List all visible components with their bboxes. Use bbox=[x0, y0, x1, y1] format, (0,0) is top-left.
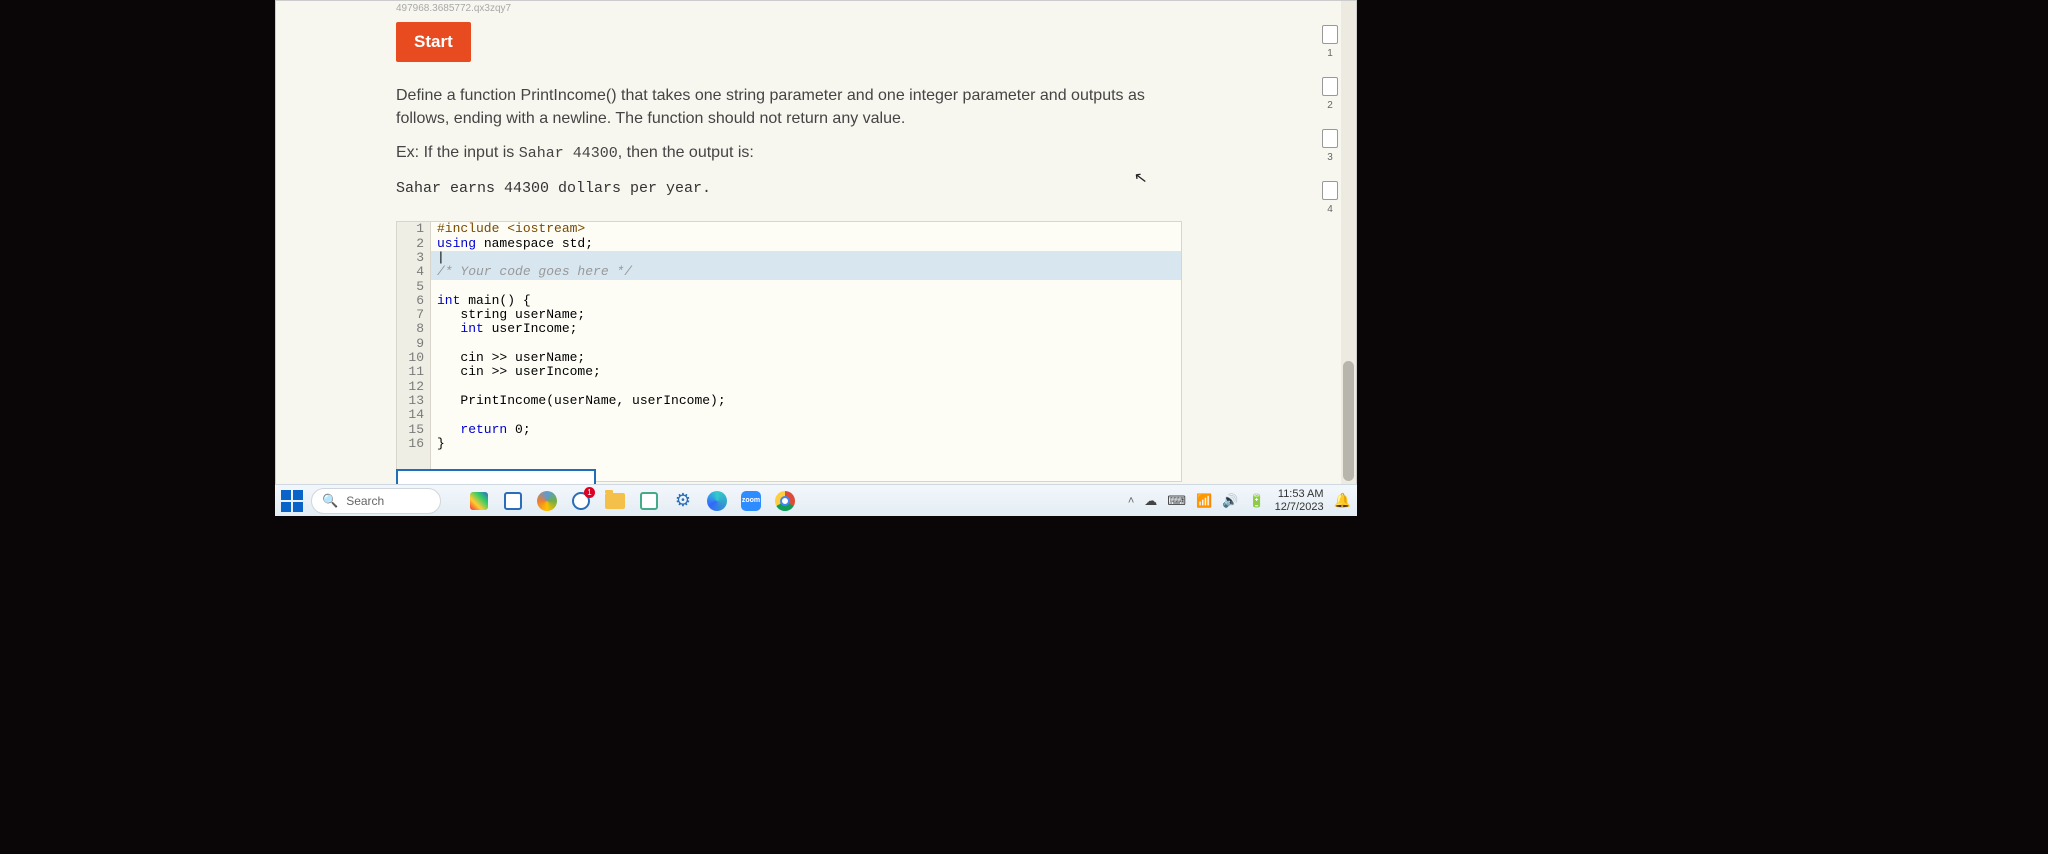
line-number: 4 bbox=[397, 265, 431, 279]
line-number: 12 bbox=[397, 380, 431, 394]
vertical-scrollbar[interactable]: ▾ bbox=[1341, 1, 1356, 515]
question-id-hash: 497968.3685772.qx3zqy7 bbox=[276, 1, 1356, 16]
tray-overflow-icon[interactable]: ˄ bbox=[1128, 495, 1134, 507]
step-label: 2 bbox=[1327, 100, 1333, 111]
code-line: } bbox=[431, 437, 445, 451]
problem-description: Define a function PrintIncome() that tak… bbox=[396, 84, 1186, 130]
code-text: 0; bbox=[507, 422, 530, 437]
step-label: 4 bbox=[1327, 204, 1333, 215]
volume-icon[interactable]: 🔊 bbox=[1222, 493, 1238, 509]
line-number: 13 bbox=[397, 394, 431, 408]
line-number: 6 bbox=[397, 294, 431, 308]
step-label: 1 bbox=[1327, 48, 1333, 59]
file-explorer-icon[interactable] bbox=[605, 491, 625, 511]
scroll-thumb[interactable] bbox=[1343, 361, 1354, 481]
search-icon: 🔍 bbox=[322, 493, 338, 509]
line-number: 3 bbox=[397, 251, 431, 265]
battery-icon[interactable]: 🔋 bbox=[1248, 493, 1264, 509]
cursor-line[interactable]: | bbox=[431, 251, 445, 265]
chat-icon[interactable]: 1 bbox=[571, 491, 591, 511]
code-text: main() { bbox=[460, 293, 530, 308]
line-number: 5 bbox=[397, 280, 431, 294]
code-line: cin >> userName; bbox=[431, 351, 585, 365]
task-view-icon[interactable] bbox=[503, 491, 523, 511]
system-tray: ˄ ☁ ⌨ 📶 🔊 🔋 11:53 AM 12/7/2023 🔔 bbox=[1128, 488, 1351, 512]
example-suffix: , then the output is: bbox=[618, 144, 754, 161]
code-line bbox=[431, 408, 437, 422]
chrome-icon[interactable] bbox=[775, 491, 795, 511]
line-number: 14 bbox=[397, 408, 431, 422]
windows-start-icon[interactable] bbox=[281, 490, 303, 512]
step-4[interactable]: 4 bbox=[1322, 181, 1338, 215]
step-3[interactable]: 3 bbox=[1322, 129, 1338, 163]
code-line: #include <iostream> bbox=[437, 221, 585, 236]
line-number: 8 bbox=[397, 322, 431, 336]
code-line bbox=[431, 380, 437, 394]
code-editor[interactable]: 1 #include <iostream> 2 using namespace st… bbox=[396, 221, 1182, 482]
code-kw: int bbox=[460, 321, 483, 336]
line-number: 9 bbox=[397, 337, 431, 351]
copilot-icon[interactable] bbox=[537, 491, 557, 511]
example-output: Sahar earns 44300 dollars per year. bbox=[396, 180, 1336, 197]
gift-icon[interactable] bbox=[469, 491, 489, 511]
example-line: Ex: If the input is Sahar 44300, then th… bbox=[396, 144, 1336, 162]
line-number: 1 bbox=[397, 222, 431, 236]
start-button[interactable]: Start bbox=[396, 22, 471, 62]
clock[interactable]: 11:53 AM 12/7/2023 bbox=[1275, 488, 1324, 512]
example-prefix: Ex: If the input is bbox=[396, 144, 519, 161]
mouse-cursor-icon: ↖ bbox=[1133, 167, 1149, 189]
code-line: string userName; bbox=[431, 308, 585, 322]
line-number: 7 bbox=[397, 308, 431, 322]
onedrive-icon[interactable]: ☁ bbox=[1144, 493, 1157, 509]
line-number: 15 bbox=[397, 423, 431, 437]
edge-icon[interactable] bbox=[707, 491, 727, 511]
search-placeholder: Search bbox=[346, 494, 384, 508]
example-input: Sahar 44300 bbox=[519, 145, 618, 162]
step-label: 3 bbox=[1327, 152, 1333, 163]
line-number: 2 bbox=[397, 237, 431, 251]
wifi-icon[interactable]: 📶 bbox=[1196, 493, 1212, 509]
step-1[interactable]: 1 bbox=[1322, 25, 1338, 59]
line-number: 16 bbox=[397, 437, 431, 451]
code-line bbox=[431, 280, 437, 294]
code-text: namespace std; bbox=[476, 236, 593, 251]
zoom-icon[interactable]: zoom bbox=[741, 491, 761, 511]
code-text bbox=[437, 321, 460, 336]
notification-bell-icon[interactable]: 🔔 bbox=[1334, 492, 1351, 509]
code-kw: using bbox=[437, 236, 476, 251]
ms-store-icon[interactable] bbox=[639, 491, 659, 511]
taskbar-search[interactable]: 🔍 Search bbox=[311, 488, 441, 514]
app-window: 497968.3685772.qx3zqy7 Start Define a fu… bbox=[275, 0, 1357, 516]
line-number: 10 bbox=[397, 351, 431, 365]
code-comment: /* Your code goes here */ bbox=[437, 264, 632, 279]
step-2[interactable]: 2 bbox=[1322, 77, 1338, 111]
code-text: userIncome; bbox=[484, 321, 578, 336]
settings-icon[interactable]: ⚙ bbox=[673, 491, 693, 511]
code-line: PrintIncome(userName, userIncome); bbox=[431, 394, 726, 408]
code-kw: int bbox=[437, 293, 460, 308]
code-text bbox=[437, 422, 460, 437]
taskbar-pinned-apps: 1 ⚙ zoom bbox=[469, 491, 795, 511]
windows-taskbar: 🔍 Search 1 ⚙ zoom ˄ ☁ ⌨ 📶 🔊 🔋 11:53 AM 1… bbox=[275, 484, 1357, 516]
clock-date: 12/7/2023 bbox=[1275, 501, 1324, 513]
line-number: 11 bbox=[397, 365, 431, 379]
code-line: cin >> userIncome; bbox=[431, 365, 601, 379]
notification-badge: 1 bbox=[584, 487, 595, 498]
code-kw: return bbox=[460, 422, 507, 437]
keyboard-layout-icon[interactable]: ⌨ bbox=[1167, 493, 1186, 509]
code-line bbox=[431, 337, 437, 351]
step-navigator: 1 2 3 4 bbox=[1322, 25, 1338, 215]
question-content: Start Define a function PrintIncome() th… bbox=[276, 16, 1356, 502]
clock-time: 11:53 AM bbox=[1275, 488, 1324, 500]
